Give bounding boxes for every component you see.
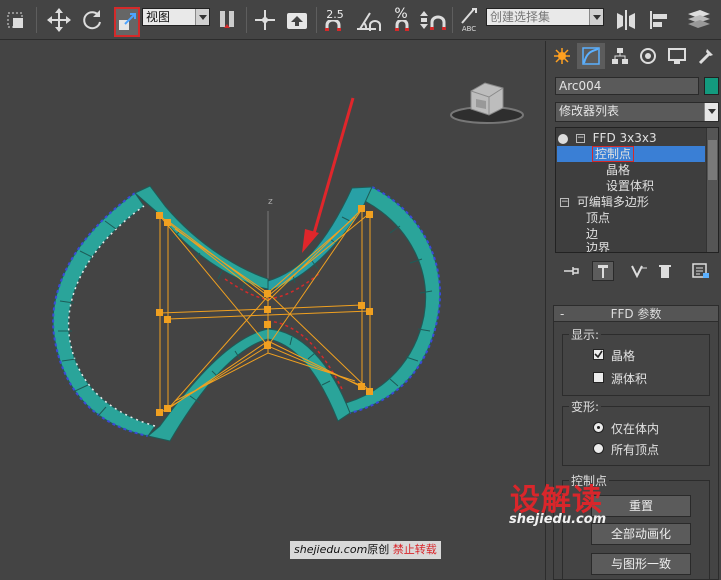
conform-to-shape-button[interactable]: 与图形一致: [591, 553, 691, 575]
utilities-tab-icon[interactable]: [691, 43, 720, 69]
stack-item-border[interactable]: 边界: [586, 240, 610, 252]
show-end-result-icon[interactable]: [592, 261, 614, 281]
viewport-scene: z: [52, 82, 524, 442]
footer-warning: 禁止转载: [392, 543, 437, 556]
stack-item-label: 可编辑多边形: [576, 195, 649, 209]
stack-item-lattice[interactable]: 晶格: [606, 162, 630, 178]
display-tab-icon[interactable]: [663, 43, 692, 69]
reference-coordinate-dropdown[interactable]: 视图: [142, 8, 210, 26]
ffd-lattice[interactable]: [156, 205, 373, 416]
reference-coordinate-value: 视图: [146, 10, 171, 24]
collapse-toggle-icon[interactable]: −: [575, 134, 585, 143]
perspective-viewport[interactable]: z: [0, 41, 545, 580]
rollout-title: FFD 参数: [610, 307, 662, 321]
select-rotate-icon[interactable]: [78, 6, 106, 34]
lightbulb-icon[interactable]: [558, 133, 568, 144]
stack-item-ffd[interactable]: − FFD 3x3x3: [558, 130, 657, 146]
display-group-label: 显示:: [569, 326, 602, 343]
pin-stack-icon[interactable]: [560, 261, 582, 281]
manipulate-icon[interactable]: [252, 6, 278, 34]
lattice-checkbox[interactable]: [593, 349, 604, 360]
select-region-icon[interactable]: [2, 6, 30, 34]
abc-text: ABC: [461, 25, 477, 33]
stack-scrollbar[interactable]: [706, 128, 718, 252]
deformed-mesh[interactable]: [52, 185, 441, 442]
display-group: 显示: 晶格 源体积: [562, 326, 710, 396]
make-unique-icon[interactable]: [628, 261, 650, 281]
select-move-icon[interactable]: [44, 6, 74, 34]
stack-item-vertex[interactable]: 顶点: [586, 210, 610, 226]
deform-group: 变形: 仅在体内 所有顶点: [562, 398, 710, 466]
all-vertices-label: 所有顶点: [611, 443, 660, 457]
motion-tab-icon[interactable]: [634, 43, 663, 69]
configure-modifier-sets-icon[interactable]: [690, 261, 712, 281]
only-in-volume-label: 仅在体内: [611, 422, 660, 436]
modifier-list-label: 修改器列表: [559, 104, 620, 118]
pivot-center-icon[interactable]: [214, 6, 242, 34]
watermark-site: shejiedu.com: [509, 512, 607, 527]
watermark-footer: shejiedu.com原创 禁止转载: [290, 541, 441, 559]
stack-item-label: 控制点: [591, 146, 635, 162]
named-selection-set-dropdown[interactable]: 创建选择集: [486, 8, 604, 26]
viewcube-icon[interactable]: [450, 82, 524, 124]
main-toolbar: 视图 2.5 % ABC 创建选择集: [0, 0, 721, 40]
named-selection-set-placeholder: 创建选择集: [490, 10, 551, 24]
collapse-toggle-icon[interactable]: −: [560, 198, 569, 207]
layer-manager-icon[interactable]: [682, 6, 714, 34]
stack-item-label: 设置体积: [606, 179, 655, 193]
angle-snap-icon[interactable]: [353, 6, 383, 34]
edit-named-selection-icon[interactable]: ABC: [456, 6, 482, 34]
stack-item-label: 晶格: [606, 163, 631, 177]
stack-item-editable-poly[interactable]: − 可编辑多边形: [558, 194, 649, 210]
modify-tab-icon[interactable]: [576, 43, 606, 69]
stack-item-label: 边: [586, 227, 599, 241]
modifier-list-dropdown[interactable]: 修改器列表: [555, 102, 719, 122]
mirror-icon[interactable]: [612, 6, 640, 34]
create-tab-icon[interactable]: [548, 43, 577, 69]
object-name-field[interactable]: Arc004: [555, 77, 699, 95]
source-volume-checkbox[interactable]: [593, 372, 604, 383]
stack-item-label: 顶点: [586, 211, 611, 225]
percent-snap-icon[interactable]: %: [386, 6, 416, 34]
object-color-swatch[interactable]: [704, 77, 719, 95]
modifier-stack[interactable]: − FFD 3x3x3 控制点 晶格 设置体积 − 可编辑多边形 顶点 边 边界: [555, 127, 719, 253]
only-in-volume-radio[interactable]: [593, 422, 604, 433]
remove-modifier-icon[interactable]: [654, 261, 676, 281]
align-icon[interactable]: [645, 6, 673, 34]
stack-item-label: FFD 3x3x3: [592, 131, 657, 145]
lattice-checkbox-label: 晶格: [611, 349, 636, 363]
command-panel-tabs: [548, 43, 720, 69]
stack-item-control-points[interactable]: 控制点: [557, 146, 705, 162]
hierarchy-tab-icon[interactable]: [605, 43, 634, 69]
stack-item-set-volume[interactable]: 设置体积: [606, 178, 654, 194]
keyboard-shortcut-icon[interactable]: [283, 6, 311, 34]
deform-group-label: 变形:: [569, 398, 602, 415]
ffd-parameters-header[interactable]: - FFD 参数: [554, 306, 718, 322]
source-volume-checkbox-label: 源体积: [611, 372, 648, 386]
footer-original: 原创: [367, 543, 390, 556]
snap-value: 2.5: [326, 7, 344, 21]
all-vertices-radio[interactable]: [593, 443, 604, 454]
percent-symbol: %: [394, 6, 408, 22]
axis-label-z: z: [268, 197, 273, 207]
select-scale-icon[interactable]: [114, 7, 140, 37]
snap-toggle-icon[interactable]: 2.5: [320, 6, 350, 34]
footer-site: shejiedu.com: [294, 543, 368, 556]
spinner-snap-icon[interactable]: [418, 6, 448, 34]
stack-item-label: 边界: [586, 241, 611, 252]
ffd-parameters-rollout: - FFD 参数 显示: 晶格 源体积 变形: 仅在体内 所有顶点 控制点 重置…: [553, 305, 719, 580]
